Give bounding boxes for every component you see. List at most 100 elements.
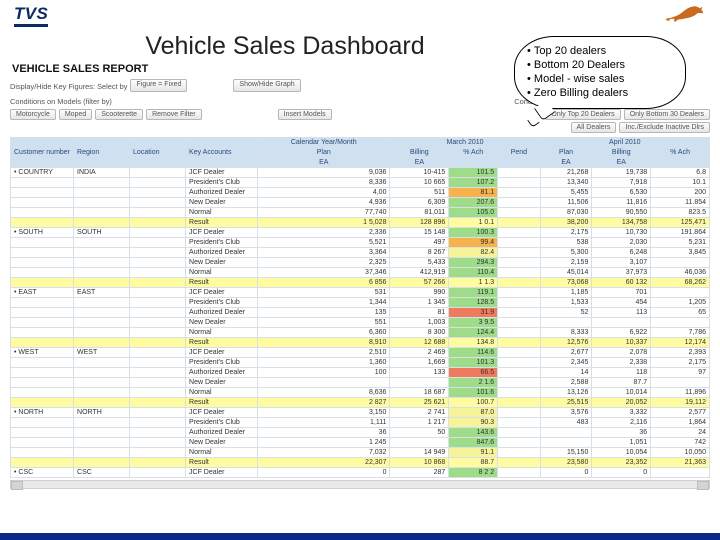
dim-cell	[130, 438, 186, 448]
value-cell: 13,126	[540, 388, 592, 398]
dim-cell	[130, 368, 186, 378]
callout-line: Zero Billing dealers	[534, 87, 628, 99]
value-cell: 2 741	[390, 408, 449, 418]
col-metric: % Ach	[651, 148, 710, 158]
model-filter-button[interactable]: Motorcycle	[10, 109, 56, 120]
value-cell: 134.8	[449, 338, 498, 348]
value-cell: 81,011	[390, 208, 449, 218]
value-cell	[498, 458, 541, 468]
dim-cell	[11, 268, 74, 278]
dim-cell: JCF Dealer	[186, 228, 258, 238]
value-cell: 37,973	[592, 268, 651, 278]
value-cell	[540, 428, 592, 438]
dim-cell: SOUTH	[74, 228, 130, 238]
value-cell: 21,363	[651, 458, 710, 468]
dim-cell: Authorized Dealer	[186, 308, 258, 318]
value-cell: 6,309	[390, 198, 449, 208]
remove-filter-button[interactable]: Remove Filter	[146, 109, 202, 120]
dim-cell	[74, 458, 130, 468]
value-cell	[498, 278, 541, 288]
value-cell: 19,112	[651, 398, 710, 408]
value-cell: 10,050	[651, 448, 710, 458]
value-cell: 113	[592, 308, 651, 318]
value-cell: 22,307	[258, 458, 390, 468]
dim-cell	[11, 238, 74, 248]
value-cell: 100	[258, 368, 390, 378]
value-cell: 1,344	[258, 298, 390, 308]
value-cell: 5,521	[258, 238, 390, 248]
table-row: • EASTEASTJCF Dealer531990119.11,185701	[11, 288, 710, 298]
dim-cell	[11, 218, 74, 228]
value-cell: 97	[651, 368, 710, 378]
dim-cell	[130, 328, 186, 338]
dim-cell: JCF Dealer	[186, 288, 258, 298]
inactive-dealers-button[interactable]: Inc./Exclude Inactive Dlrs	[619, 122, 710, 133]
value-cell: 531	[258, 288, 390, 298]
table-row: Normal37,346412,919110.445,01437,97346,0…	[11, 268, 710, 278]
value-cell	[498, 408, 541, 418]
value-cell: 110.4	[449, 268, 498, 278]
value-cell: 538	[540, 238, 592, 248]
col-region: Region	[74, 138, 130, 168]
table-row: • COUNTRYINDIAJCF Dealer9,03610-415101.5…	[11, 168, 710, 178]
kf-fixed-button[interactable]: Figure = Fixed	[130, 79, 187, 92]
dim-cell	[11, 298, 74, 308]
dim-cell: Normal	[186, 268, 258, 278]
dim-cell: WEST	[74, 348, 130, 358]
dealer-filter-button[interactable]: Only Top 20 Dealers	[545, 109, 620, 120]
value-cell: 9,036	[258, 168, 390, 178]
table-row: Result22,30710 86888.723,58023,35221,363	[11, 458, 710, 468]
value-cell: 3,332	[592, 408, 651, 418]
value-cell: 135	[258, 308, 390, 318]
value-cell: 1 345	[390, 298, 449, 308]
table-row: New Dealer4,9366,309207.611,50611,81611.…	[11, 198, 710, 208]
value-cell: 14 949	[390, 448, 449, 458]
dim-cell	[74, 388, 130, 398]
dealer-filter-button[interactable]: Only Bottom 30 Dealers	[624, 109, 710, 120]
value-cell: 5,300	[540, 248, 592, 258]
dim-cell	[74, 208, 130, 218]
value-cell	[498, 378, 541, 388]
dim-cell	[74, 308, 130, 318]
value-cell: 3 9.5	[449, 318, 498, 328]
col-metric: % Ach	[449, 148, 498, 158]
table-row: • SOUTHSOUTHJCF Dealer2,33615 148100.32,…	[11, 228, 710, 238]
value-cell: 128.5	[449, 298, 498, 308]
value-cell: 37,346	[258, 268, 390, 278]
value-cell: 2,510	[258, 348, 390, 358]
dim-cell: President's Club	[186, 178, 258, 188]
showhide-graph-button[interactable]: Show/Hide Graph	[233, 79, 300, 92]
value-cell	[498, 438, 541, 448]
model-filter-button[interactable]: Moped	[59, 109, 92, 120]
value-cell: 2,677	[540, 348, 592, 358]
dim-cell: • SOUTH	[11, 228, 74, 238]
model-filter-button[interactable]: Scooterette	[95, 109, 143, 120]
horizontal-scrollbar[interactable]	[10, 480, 710, 489]
dim-cell: Normal	[186, 448, 258, 458]
dim-cell	[130, 448, 186, 458]
value-cell: 2 827	[258, 398, 390, 408]
value-cell	[498, 338, 541, 348]
value-cell	[651, 318, 710, 328]
dim-cell	[74, 418, 130, 428]
value-cell: 19,738	[592, 168, 651, 178]
report-panel: VEHICLE SALES REPORT Display/Hide Key Fi…	[10, 63, 710, 478]
table-row: Normal6,3608 300124.48,3336,9227,786	[11, 328, 710, 338]
dim-cell	[130, 258, 186, 268]
dim-cell	[74, 438, 130, 448]
value-cell	[258, 378, 390, 388]
dim-cell	[11, 438, 74, 448]
value-cell: 2,078	[592, 348, 651, 358]
table-body: • COUNTRYINDIAJCF Dealer9,03610-415101.5…	[11, 168, 710, 478]
dim-cell	[74, 198, 130, 208]
dim-cell	[74, 378, 130, 388]
insert-models-button[interactable]: Insert Models	[278, 109, 332, 120]
all-dealers-button[interactable]: All Dealers	[571, 122, 617, 133]
dim-cell: President's Club	[186, 358, 258, 368]
value-cell	[498, 348, 541, 358]
value-cell: 20,052	[592, 398, 651, 408]
value-cell: 287	[390, 468, 449, 478]
value-cell: 8 2 2	[449, 468, 498, 478]
value-cell: 2 469	[390, 348, 449, 358]
value-cell: 90.3	[449, 418, 498, 428]
